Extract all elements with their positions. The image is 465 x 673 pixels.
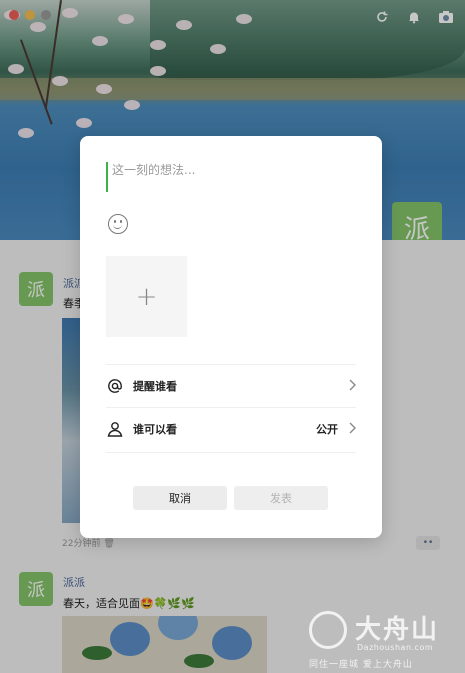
at-icon: [106, 377, 124, 395]
app-window: 派 派 派派 春季 22分钟前 🗑 •• 派 派派 春天，适合见面🤩🍀🌿🌿 这一…: [0, 0, 465, 673]
watermark-title: 大舟山: [355, 615, 440, 645]
cancel-button[interactable]: 取消: [133, 486, 227, 510]
smile-mouth: [113, 223, 122, 229]
watermark-slogan: 同住一座城 爱上大舟山: [309, 660, 413, 670]
person-icon: [106, 420, 124, 438]
visibility-value: 公开: [316, 423, 338, 436]
add-photo-button[interactable]: +: [106, 256, 187, 337]
chevron-right-icon: [348, 379, 356, 394]
post-composer-dialog: 这一刻的想法... + 提醒谁看 谁可以看 公开 取消 发表: [80, 136, 382, 538]
remind-who-label: 提醒谁看: [133, 380, 177, 393]
chevron-right-icon: [348, 422, 356, 437]
watermark-url: Dazhoushan.com: [357, 643, 434, 652]
publish-button[interactable]: 发表: [234, 486, 328, 510]
divider: [106, 452, 356, 453]
watermark-logo-icon: [309, 611, 347, 649]
post-text-input[interactable]: 这一刻的想法...: [106, 162, 362, 192]
smiley-icon[interactable]: [108, 214, 128, 234]
visibility-label: 谁可以看: [133, 423, 177, 436]
remind-who-row[interactable]: 提醒谁看: [106, 364, 356, 407]
site-watermark: 大舟山 Dazhoushan.com 同住一座城 爱上大舟山: [305, 605, 460, 670]
visibility-row[interactable]: 谁可以看 公开: [106, 407, 356, 450]
